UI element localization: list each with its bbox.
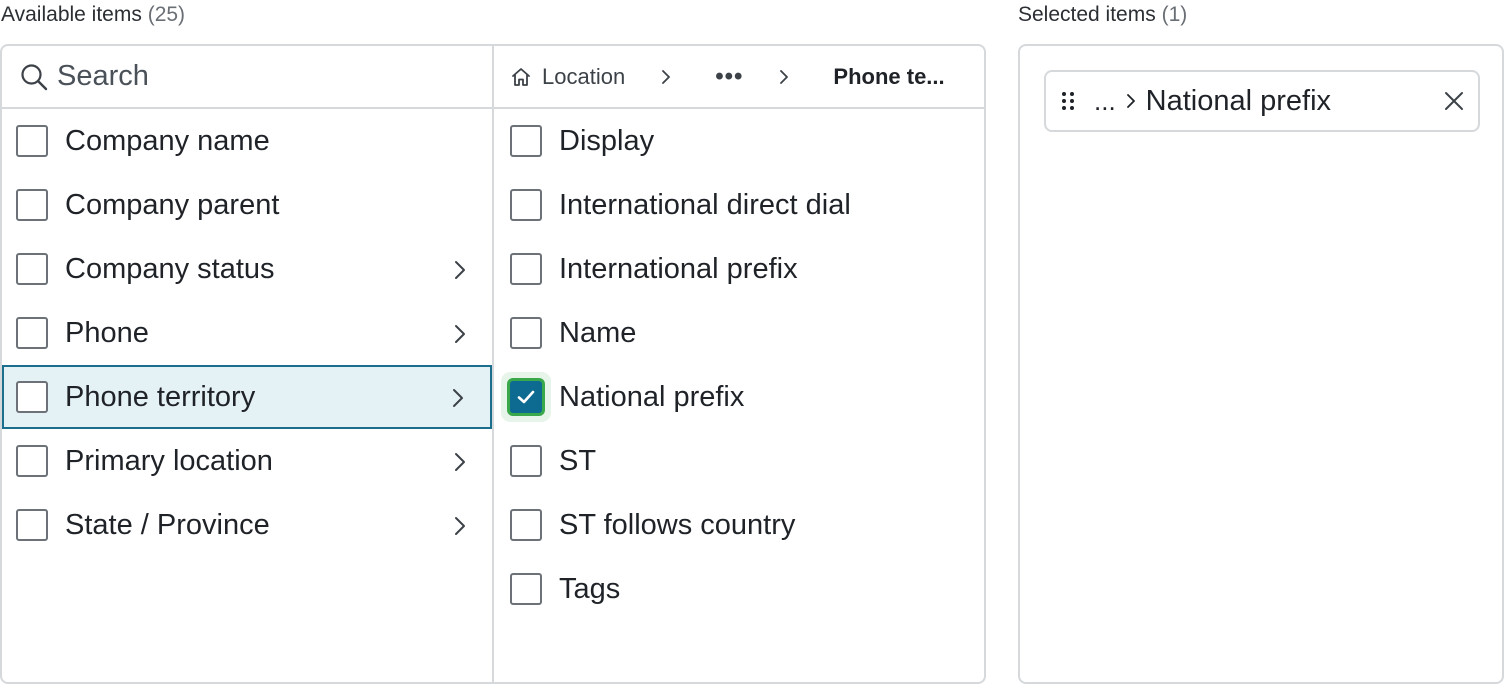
checkbox[interactable] bbox=[510, 381, 542, 413]
search-input[interactable] bbox=[57, 60, 457, 93]
remove-button[interactable] bbox=[1440, 87, 1468, 115]
list-item-label: Company status bbox=[65, 252, 275, 285]
list-item-label: Company parent bbox=[65, 188, 280, 221]
list-item-label: Tags bbox=[559, 572, 621, 605]
selected-items-heading: Selected items (1) bbox=[1018, 3, 1187, 27]
available-items-panel: Location ••• Phone te... Company nameCom… bbox=[0, 44, 986, 684]
list-item[interactable]: Name bbox=[494, 301, 984, 365]
sub-field-list: Display International direct dial Internat… bbox=[494, 109, 984, 621]
list-item-label: Primary location bbox=[65, 444, 273, 477]
chip-path-prefix: ... bbox=[1094, 85, 1116, 116]
list-item[interactable]: Company parent bbox=[2, 173, 492, 237]
breadcrumb-ellipsis[interactable]: ••• bbox=[715, 63, 743, 91]
checkbox[interactable] bbox=[16, 253, 48, 285]
checkbox[interactable] bbox=[510, 317, 542, 349]
available-items-heading: Available items (25) bbox=[1, 3, 185, 27]
drag-handle-icon[interactable] bbox=[1060, 90, 1076, 112]
checkbox[interactable] bbox=[510, 189, 542, 221]
list-item-label: State / Province bbox=[65, 508, 270, 541]
checkbox[interactable] bbox=[510, 125, 542, 157]
chevron-right-icon[interactable] bbox=[448, 257, 472, 281]
selected-items-panel: ... National prefix bbox=[1018, 44, 1504, 684]
checkbox[interactable] bbox=[16, 125, 48, 157]
list-item-label: Phone bbox=[65, 316, 149, 349]
chevron-right-icon[interactable] bbox=[446, 385, 470, 409]
list-item-label: International prefix bbox=[559, 252, 798, 285]
breadcrumb-home[interactable]: Location bbox=[510, 64, 625, 90]
chevron-right-icon bbox=[659, 69, 673, 84]
list-item[interactable]: Tags bbox=[494, 557, 984, 621]
list-item-label: Name bbox=[559, 316, 637, 349]
checkbox[interactable] bbox=[16, 189, 48, 221]
breadcrumb-home-label: Location bbox=[542, 63, 626, 89]
list-item-label: Company name bbox=[65, 124, 270, 157]
checkbox[interactable] bbox=[16, 317, 48, 349]
list-item-label: National prefix bbox=[559, 380, 745, 413]
home-icon bbox=[512, 67, 530, 86]
list-item[interactable]: Primary location bbox=[2, 429, 492, 493]
checkbox[interactable] bbox=[16, 381, 48, 413]
list-item[interactable]: Company status bbox=[2, 237, 492, 301]
list-item[interactable]: International direct dial bbox=[494, 173, 984, 237]
list-item-label: International direct dial bbox=[559, 188, 851, 221]
list-item[interactable]: Phone territory bbox=[2, 365, 492, 429]
list-item[interactable]: ST bbox=[494, 429, 984, 493]
selected-items-title: Selected items bbox=[1018, 3, 1156, 26]
checkbox[interactable] bbox=[510, 445, 542, 477]
chevron-right-icon[interactable] bbox=[448, 449, 472, 473]
close-icon bbox=[1445, 92, 1463, 110]
selected-items-count: (1) bbox=[1161, 3, 1188, 26]
search-box[interactable] bbox=[2, 46, 492, 107]
list-item-label: Display bbox=[559, 124, 655, 157]
list-item[interactable]: Company name bbox=[2, 109, 492, 173]
chevron-right-icon bbox=[777, 69, 791, 84]
chip-label: National prefix bbox=[1145, 84, 1332, 117]
list-item-label: Phone territory bbox=[65, 380, 256, 413]
checkbox[interactable] bbox=[16, 509, 48, 541]
chevron-right-icon bbox=[1126, 94, 1135, 108]
checkbox[interactable] bbox=[510, 509, 542, 541]
list-item[interactable]: National prefix bbox=[494, 365, 984, 429]
available-items-count: (25) bbox=[147, 3, 186, 26]
breadcrumb-current: Phone te... bbox=[833, 63, 945, 89]
list-item[interactable]: International prefix bbox=[494, 237, 984, 301]
search-icon bbox=[21, 63, 48, 90]
checkbox[interactable] bbox=[510, 573, 542, 605]
list-item[interactable]: Display bbox=[494, 109, 984, 173]
list-item[interactable]: State / Province bbox=[2, 493, 492, 557]
chevron-right-icon[interactable] bbox=[448, 513, 472, 537]
list-item[interactable]: ST follows country bbox=[494, 493, 984, 557]
list-item-label: ST bbox=[559, 444, 597, 477]
available-list: Company name Company parent Company status… bbox=[2, 109, 492, 557]
available-items-title: Available items bbox=[1, 3, 142, 26]
checkbox[interactable] bbox=[510, 253, 542, 285]
breadcrumb: Location ••• Phone te... bbox=[494, 46, 984, 107]
checkbox[interactable] bbox=[16, 445, 48, 477]
chevron-right-icon[interactable] bbox=[448, 321, 472, 345]
list-item-label: ST follows country bbox=[559, 508, 796, 541]
selected-item-chip[interactable]: ... National prefix bbox=[1044, 70, 1480, 132]
list-item[interactable]: Phone bbox=[2, 301, 492, 365]
